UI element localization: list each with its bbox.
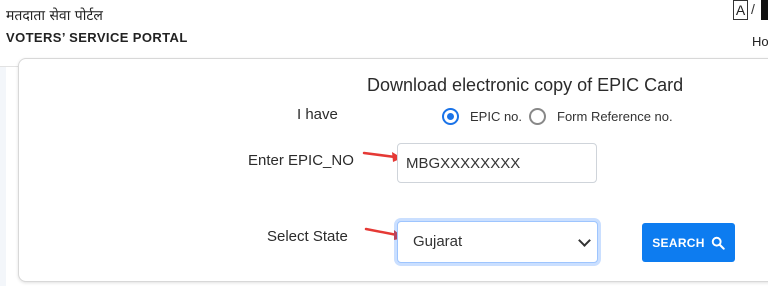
select-state-label: Select State [267, 228, 348, 245]
page-title: Download electronic copy of EPIC Card [367, 75, 684, 95]
chevron-down-icon [578, 234, 591, 247]
state-select-value: Gujarat [413, 233, 463, 250]
search-icon [711, 236, 725, 250]
radio-form-reference-label[interactable]: Form Reference no. [557, 109, 673, 124]
epic-no-input[interactable] [397, 143, 597, 183]
portal-name-english: VOTERS’ SERVICE PORTAL [6, 30, 188, 45]
site-header: मतदाता सेवा पोर्टल VOTERS’ SERVICE PORTA… [0, 0, 768, 67]
home-link[interactable]: Ho [752, 34, 768, 49]
search-button-label: SEARCH [652, 235, 705, 250]
font-size-separator: / [751, 1, 755, 17]
radio-epic-no-label[interactable]: EPIC no. [470, 109, 522, 124]
epic-no-label: Enter EPIC_NO [248, 152, 354, 169]
page-side-strip [0, 67, 6, 286]
i-have-label: I have [297, 106, 338, 123]
portal-name-hindi: मतदाता सेवा पोर्टल [6, 8, 103, 24]
radio-form-reference[interactable] [529, 108, 546, 125]
contrast-toggle[interactable] [761, 0, 768, 20]
font-size-toggle[interactable]: A [733, 0, 748, 20]
state-select[interactable]: Gujarat [397, 221, 598, 263]
search-button[interactable]: SEARCH [642, 223, 735, 262]
radio-epic-no[interactable] [442, 108, 459, 125]
